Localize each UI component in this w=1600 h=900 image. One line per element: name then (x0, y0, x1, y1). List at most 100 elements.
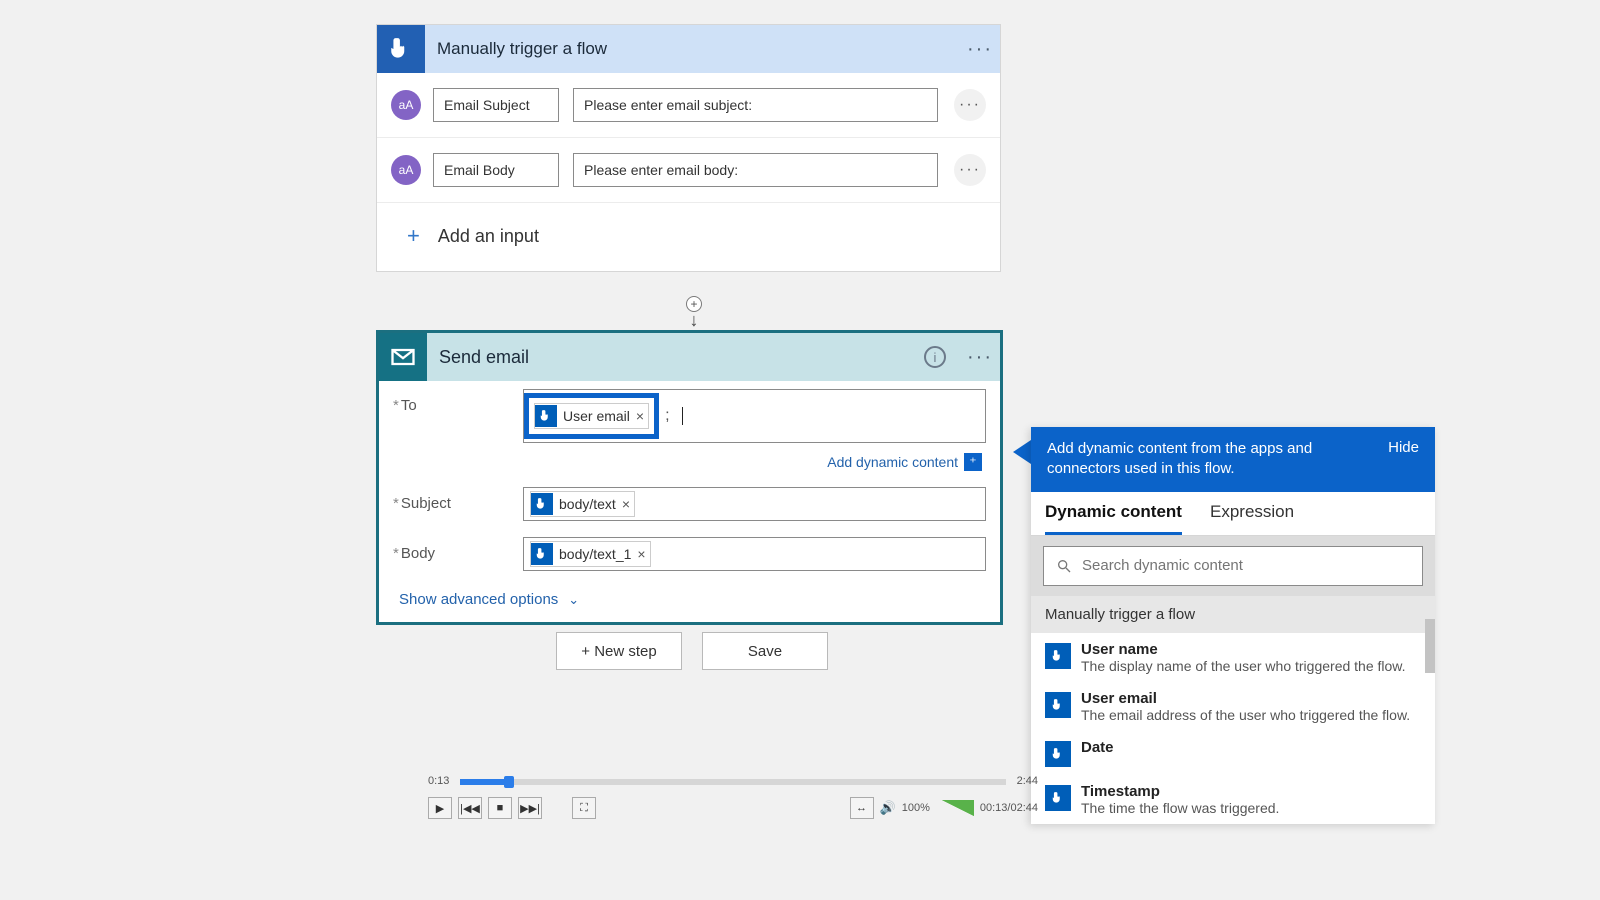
token-label: body/text (559, 496, 616, 512)
text-cursor (682, 407, 683, 425)
subject-input[interactable]: body/text × (523, 487, 986, 521)
mute-icon[interactable]: 🔊 (880, 800, 896, 816)
dynamic-item-title: User email (1081, 690, 1410, 707)
time-elapsed: 0:13 (428, 775, 449, 787)
dynamic-search-wrap (1031, 536, 1435, 596)
dynamic-item-desc: The email address of the user who trigge… (1081, 707, 1410, 723)
stop-button[interactable]: ■ (488, 797, 512, 819)
flyout-callout-arrow (1013, 440, 1031, 464)
dynamic-content-header-text: Add dynamic content from the apps and co… (1047, 439, 1376, 480)
token-source-icon (1045, 785, 1071, 811)
dynamic-item-title: User name (1081, 641, 1406, 658)
token-remove-icon[interactable]: × (636, 408, 644, 424)
dynamic-content-toggle-icon: ⁺ (964, 453, 982, 471)
token-source-icon (1045, 692, 1071, 718)
send-email-header[interactable]: Send email i ··· (379, 333, 1000, 381)
arrow-down-icon: ↓ (686, 310, 702, 331)
dynamic-item[interactable]: Timestamp The time the flow was triggere… (1031, 775, 1435, 824)
trigger-header[interactable]: Manually trigger a flow ··· (377, 25, 1000, 73)
to-token-highlight: User email × (524, 393, 659, 439)
token-label: body/text_1 (559, 546, 631, 562)
input-row-menu[interactable]: ··· (954, 89, 986, 121)
body-field-row: *Body body/text_1 × (379, 529, 1000, 579)
dynamic-content-header: Add dynamic content from the apps and co… (1031, 427, 1435, 492)
text-type-icon: aA (391, 155, 421, 185)
send-more-button[interactable]: ··· (960, 346, 1000, 369)
add-dynamic-content-link[interactable]: Add dynamic content ⁺ (379, 451, 1000, 479)
text-type-icon: aA (391, 90, 421, 120)
dynamic-item-title: Date (1081, 739, 1114, 756)
input-name-field[interactable] (433, 153, 559, 187)
dynamic-token[interactable]: User email × (534, 403, 649, 429)
video-player: 0:13 2:44 ▶ |◀◀ ■ ▶▶| ⛶ ↔ 🔊 100% 00:13/0… (428, 779, 1038, 819)
dynamic-content-panel: Add dynamic content from the apps and co… (1031, 427, 1435, 824)
subject-label: *Subject (393, 487, 523, 512)
search-icon (1056, 558, 1072, 574)
dynamic-token[interactable]: body/text_1 × (530, 541, 651, 567)
plus-icon: + (407, 223, 420, 249)
prev-button[interactable]: |◀◀ (458, 797, 482, 819)
info-icon[interactable]: i (924, 346, 946, 368)
chevron-down-icon: ⌄ (568, 592, 579, 608)
mail-icon (379, 333, 427, 381)
input-prompt-field[interactable] (573, 88, 938, 122)
trigger-input-row: aA ··· (377, 73, 1000, 138)
zoom-level: 100% (902, 802, 930, 814)
save-button[interactable]: Save (702, 632, 828, 670)
seek-bar[interactable] (460, 779, 1006, 785)
dynamic-items-list: User name The display name of the user w… (1031, 633, 1435, 824)
dynamic-token[interactable]: body/text × (530, 491, 635, 517)
dynamic-content-tabs: Dynamic content Expression (1031, 492, 1435, 536)
show-advanced-options[interactable]: Show advanced options ⌄ (379, 579, 1000, 622)
trigger-more-button[interactable]: ··· (960, 38, 1000, 61)
token-source-icon (535, 405, 557, 427)
dynamic-section-header: Manually trigger a flow (1031, 596, 1435, 633)
dynamic-item[interactable]: Date (1031, 731, 1435, 775)
add-input-button[interactable]: + Add an input (377, 203, 1000, 271)
dynamic-search[interactable] (1043, 546, 1423, 586)
time-counter: 00:13/02:44 (980, 802, 1038, 814)
token-remove-icon[interactable]: × (622, 496, 630, 512)
connector: + ↓ (686, 296, 702, 332)
dynamic-search-input[interactable] (1082, 557, 1410, 574)
body-label: *Body (393, 537, 523, 562)
body-input[interactable]: body/text_1 × (523, 537, 986, 571)
volume-slider[interactable] (942, 800, 974, 816)
trigger-title: Manually trigger a flow (425, 39, 960, 59)
tab-dynamic-content[interactable]: Dynamic content (1045, 502, 1182, 535)
add-input-label: Add an input (438, 226, 539, 247)
bottom-buttons: + New step Save (556, 632, 828, 670)
tab-expression[interactable]: Expression (1210, 502, 1294, 535)
time-total: 2:44 (1017, 775, 1038, 787)
trigger-card: Manually trigger a flow ··· aA ··· aA ··… (376, 24, 1001, 272)
send-email-card: Send email i ··· *To User email × ; Add … (376, 330, 1003, 625)
play-button[interactable]: ▶ (428, 797, 452, 819)
subject-field-row: *Subject body/text × (379, 479, 1000, 529)
repeat-button[interactable]: ↔ (850, 797, 874, 819)
hide-panel-button[interactable]: Hide (1376, 439, 1419, 480)
panel-scrollbar[interactable] (1425, 615, 1435, 885)
dynamic-item-desc: The time the flow was triggered. (1081, 800, 1279, 816)
token-remove-icon[interactable]: × (637, 546, 645, 562)
new-step-button[interactable]: + New step (556, 632, 682, 670)
dynamic-item[interactable]: User email The email address of the user… (1031, 682, 1435, 731)
to-input[interactable]: User email × ; (523, 389, 986, 443)
send-email-title: Send email (427, 347, 924, 368)
dynamic-item-title: Timestamp (1081, 783, 1279, 800)
token-label: User email (563, 408, 630, 424)
token-source-icon (531, 543, 553, 565)
input-name-field[interactable] (433, 88, 559, 122)
next-button[interactable]: ▶▶| (518, 797, 542, 819)
token-source-icon (1045, 741, 1071, 767)
token-source-icon (531, 493, 553, 515)
dynamic-item[interactable]: User name The display name of the user w… (1031, 633, 1435, 682)
input-prompt-field[interactable] (573, 153, 938, 187)
trigger-input-row: aA ··· (377, 138, 1000, 203)
dynamic-item-desc: The display name of the user who trigger… (1081, 658, 1406, 674)
seek-handle[interactable] (504, 776, 514, 788)
manual-trigger-icon (377, 25, 425, 73)
token-source-icon (1045, 643, 1071, 669)
input-row-menu[interactable]: ··· (954, 154, 986, 186)
fullscreen-button[interactable]: ⛶ (572, 797, 596, 819)
to-field-row: *To User email × ; (379, 381, 1000, 451)
